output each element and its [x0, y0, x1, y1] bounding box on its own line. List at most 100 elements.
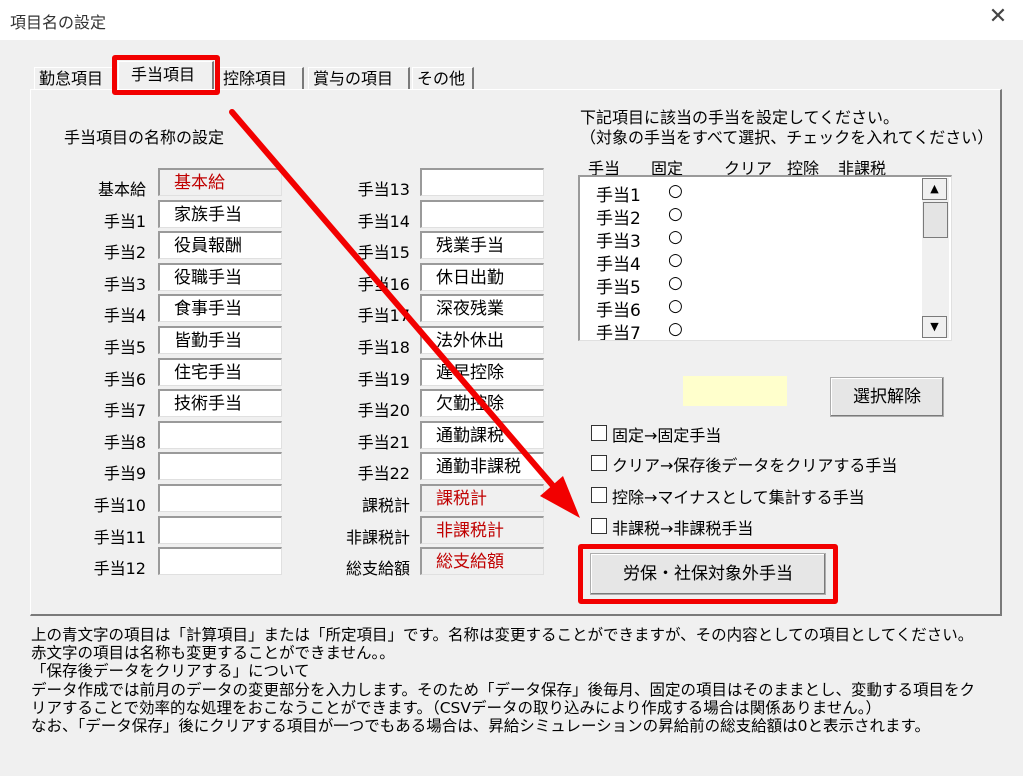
col1-name-field-11[interactable] — [158, 516, 282, 544]
note-line-3: 「保存後データをクリアする」について — [31, 662, 310, 681]
col1-label-11: 手当11 — [93, 528, 146, 547]
list-item-name: 手当3 — [596, 232, 641, 252]
col1-label-7: 手当7 — [103, 401, 146, 420]
list-item[interactable]: 手当3 ○ — [596, 227, 683, 252]
col1-label-1: 手当1 — [103, 212, 146, 231]
list-item-kotei-mark: ○ — [668, 319, 683, 339]
col1-name-field-4[interactable]: 食事手当 — [158, 294, 282, 322]
tab-koujo[interactable]: 控除項目 — [218, 67, 304, 89]
col1-name-field-5[interactable]: 皆勤手当 — [158, 326, 282, 354]
col1-name-field-9[interactable] — [158, 452, 282, 480]
list-item[interactable]: 手当1 ○ — [596, 181, 683, 206]
checkbox-koujo-label: 控除→マイナスとして集計する手当 — [612, 488, 865, 507]
list-item-kotei-mark: ○ — [668, 273, 683, 293]
scroll-up-icon[interactable]: ▲ — [922, 178, 947, 200]
scroll-thumb[interactable] — [923, 202, 948, 238]
col2-label-2: 手当15 — [357, 243, 410, 262]
list-item-name: 手当1 — [596, 186, 641, 206]
list-item[interactable]: 手当4 ○ — [596, 250, 683, 275]
col2-name-field-12: 総支給額 — [420, 547, 544, 575]
col1-name-field-7[interactable]: 技術手当 — [158, 389, 282, 417]
checkbox-hikazei[interactable] — [591, 518, 607, 534]
col2-label-7: 手当20 — [357, 401, 410, 420]
col1-name-field-12[interactable] — [158, 547, 282, 575]
col2-name-field-2[interactable]: 残業手当 — [420, 231, 544, 259]
checkbox-kotei-label: 固定→固定手当 — [612, 426, 722, 445]
tab-teate[interactable]: 手当項目 — [118, 61, 214, 89]
col2-name-field-7[interactable]: 欠勤控除 — [420, 389, 544, 417]
close-icon[interactable]: ✕ — [986, 4, 1010, 32]
tab-shouyo[interactable]: 賞与の項目 — [308, 67, 410, 89]
checkbox-clear[interactable] — [591, 455, 607, 471]
notes: 上の青文字の項目は「計算項目」または「所定項目」です。名称は変更することができま… — [31, 626, 975, 735]
labor-insurance-exclusion-button[interactable]: 労保・社保対象外手当 — [590, 553, 826, 595]
col1-label-6: 手当6 — [103, 370, 146, 389]
col2-name-field-0[interactable] — [420, 168, 544, 196]
col1-label-4: 手当4 — [103, 306, 146, 325]
col2-name-field-10: 課税計 — [420, 484, 544, 512]
col1-label-0: 基本給 — [97, 180, 146, 199]
col2-name-field-3[interactable]: 休日出勤 — [420, 263, 544, 291]
col1-name-field-0: 基本給 — [158, 168, 282, 196]
list-item[interactable]: 手当7 ○ — [596, 319, 683, 341]
col1-label-5: 手当5 — [103, 338, 146, 357]
list-item-kotei-mark: ○ — [668, 204, 683, 224]
col2-name-field-4[interactable]: 深夜残業 — [420, 294, 544, 322]
col2-name-field-1[interactable] — [420, 200, 544, 228]
col2-label-11: 非課税計 — [345, 528, 410, 547]
col2-name-field-8[interactable]: 通勤課税 — [420, 421, 544, 449]
col2-label-3: 手当16 — [357, 275, 410, 294]
col1-name-field-2[interactable]: 役員報酬 — [158, 231, 282, 259]
note-line-2: 赤文字の項目は名称も変更することができません。。 — [31, 644, 395, 663]
col1-label-9: 手当9 — [103, 464, 146, 483]
checkbox-kotei[interactable] — [591, 425, 607, 441]
col2-name-field-11: 非課税計 — [420, 516, 544, 544]
col2-label-0: 手当13 — [357, 180, 410, 199]
col1-label-8: 手当8 — [103, 433, 146, 452]
col1-label-12: 手当12 — [93, 559, 146, 578]
tab-sonota[interactable]: その他 — [412, 67, 474, 89]
list-item-name: 手当4 — [596, 255, 641, 275]
list-item-name: 手当7 — [596, 324, 641, 341]
col1-name-field-6[interactable]: 住宅手当 — [158, 358, 282, 386]
instruction-line2: （対象の手当をすべて選択、チェックを入れてください） — [580, 128, 994, 147]
note-line-5: リアすることで効率的な処理をおこなうことができます。（CSVデータの取り込みによ… — [31, 698, 881, 717]
note-line-1: 上の青文字の項目は「計算項目」または「所定項目」です。名称は変更することができま… — [31, 626, 974, 644]
list-item-name: 手当5 — [596, 278, 641, 298]
col2-label-6: 手当19 — [357, 370, 410, 389]
deselect-button[interactable]: 選択解除 — [830, 377, 944, 417]
list-item-kotei-mark: ○ — [668, 227, 683, 247]
col2-label-5: 手当18 — [357, 338, 410, 357]
allowance-list[interactable]: 手当1 ○ 手当2 ○ 手当3 ○ 手当4 ○ 手当5 ○ 手当6 ○ 手当7 ○ — [578, 175, 952, 341]
list-item[interactable]: 手当6 ○ — [596, 296, 683, 321]
col2-label-12: 総支給額 — [345, 559, 410, 578]
col2-name-field-9[interactable]: 通勤非課税 — [420, 452, 544, 480]
scroll-down-icon[interactable]: ▼ — [922, 316, 947, 338]
list-item-kotei-mark: ○ — [668, 181, 683, 201]
col2-name-field-6[interactable]: 遅早控除 — [420, 358, 544, 386]
col1-label-2: 手当2 — [103, 243, 146, 262]
col2-label-8: 手当21 — [357, 433, 410, 452]
col1-label-3: 手当3 — [103, 275, 146, 294]
title-bar: 項目名の設定 ✕ — [0, 0, 1023, 40]
col1-name-field-1[interactable]: 家族手当 — [158, 200, 282, 228]
list-item-kotei-mark: ○ — [668, 296, 683, 316]
allowance-names-heading: 手当項目の名称の設定 — [64, 128, 225, 147]
list-item-name: 手当6 — [596, 301, 641, 321]
checkbox-koujo[interactable] — [591, 487, 607, 503]
col2-name-field-5[interactable]: 法外休出 — [420, 326, 544, 354]
col1-name-field-8[interactable] — [158, 421, 282, 449]
col1-label-10: 手当10 — [93, 496, 146, 515]
note-line-4: データ作成では前月のデータの変更部分を入力します。そのため「データ保存」後毎月、… — [31, 680, 975, 699]
col2-label-4: 手当17 — [357, 306, 410, 325]
col1-name-field-3[interactable]: 役職手当 — [158, 263, 282, 291]
list-item[interactable]: 手当5 ○ — [596, 273, 683, 298]
tab-kintai[interactable]: 勤怠項目 — [34, 67, 116, 89]
highlight-swatch — [683, 376, 787, 406]
list-item-name: 手当2 — [596, 209, 641, 229]
list-item[interactable]: 手当2 ○ — [596, 204, 683, 229]
col1-name-field-10[interactable] — [158, 484, 282, 512]
checkbox-clear-label: クリア→保存後データをクリアする手当 — [612, 456, 898, 475]
col2-label-1: 手当14 — [357, 212, 410, 231]
col2-label-10: 課税計 — [361, 496, 410, 515]
